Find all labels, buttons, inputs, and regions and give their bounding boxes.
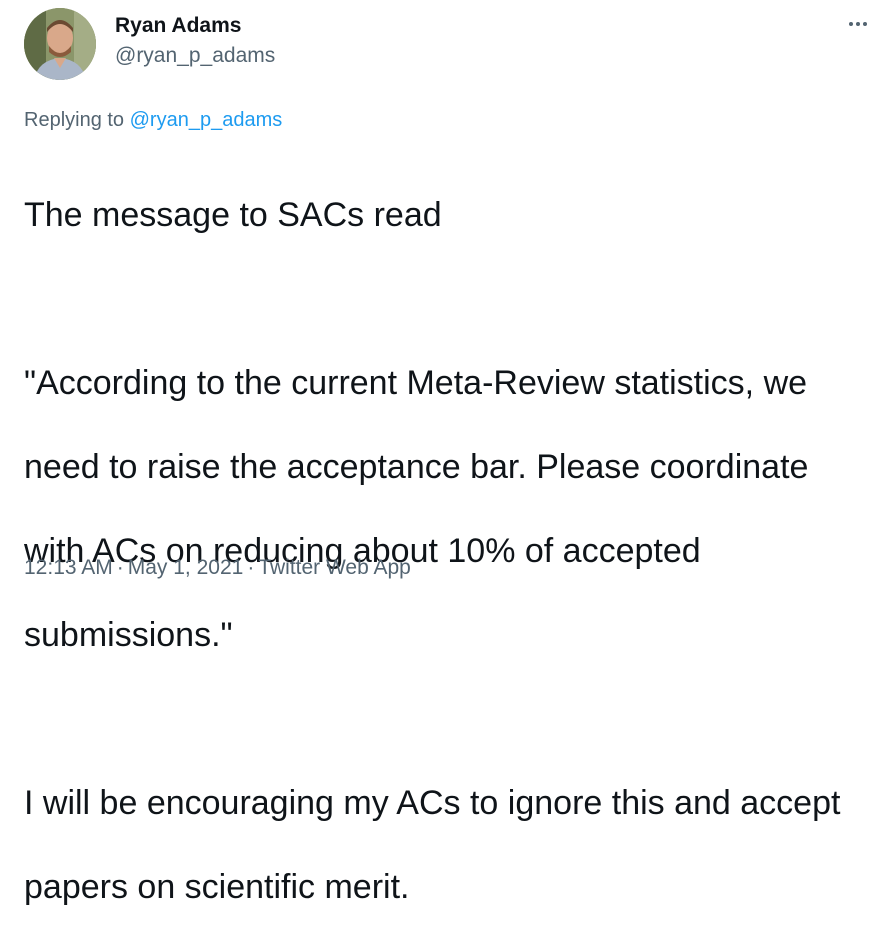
tweet-paragraph-line: I will be encouraging my ACs to ignore t… bbox=[24, 784, 841, 822]
tweet-paragraph-line: need to raise the acceptance bar. Please… bbox=[24, 448, 809, 486]
more-options-icon-dot bbox=[863, 22, 867, 26]
separator: · bbox=[116, 556, 124, 579]
replying-to-mention-link[interactable]: @ryan_p_adams bbox=[130, 109, 283, 131]
more-options-icon bbox=[849, 22, 853, 26]
tweet-paragraph: The message to SACs read bbox=[24, 196, 442, 234]
tweet-timestamp-link[interactable]: 12:13 AM · May 1, 2021 bbox=[24, 556, 243, 579]
tweet-metadata: 12:13 AM · May 1, 2021 · Twitter Web App bbox=[24, 554, 411, 582]
author-handle[interactable]: @ryan_p_adams bbox=[115, 42, 275, 70]
tweet-paragraph-line: papers on scientific merit. bbox=[24, 868, 410, 906]
author-display-name[interactable]: Ryan Adams bbox=[115, 12, 241, 40]
replying-to: Replying to @ryan_p_adams bbox=[24, 106, 282, 134]
avatar[interactable] bbox=[24, 8, 96, 80]
tweet-paragraph-line: "According to the current Meta-Review st… bbox=[24, 364, 808, 402]
more-options-icon-dot bbox=[856, 22, 860, 26]
tweet-source-link[interactable]: Twitter Web App bbox=[258, 556, 411, 579]
tweet-date: May 1, 2021 bbox=[127, 556, 244, 579]
tweet-text: The message to SACs read "According to t… bbox=[24, 152, 874, 950]
tweet-time: 12:13 AM bbox=[24, 556, 113, 579]
tweet-paragraph-line: submissions." bbox=[24, 616, 233, 654]
profile-photo-icon bbox=[24, 8, 96, 80]
separator: · bbox=[247, 556, 255, 579]
replying-to-label: Replying to bbox=[24, 109, 125, 131]
tweet: Ryan Adams @ryan_p_adams Replying to @ry… bbox=[0, 0, 894, 906]
more-options-button[interactable] bbox=[840, 10, 876, 38]
